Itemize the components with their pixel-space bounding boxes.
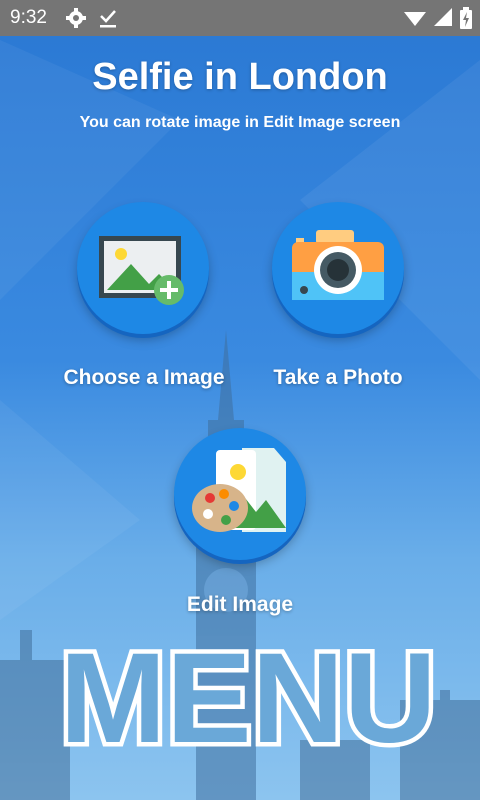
app-subtitle: You can rotate image in Edit Image scree… xyxy=(79,114,401,131)
wifi-icon xyxy=(404,8,426,33)
choose-image-button[interactable] xyxy=(77,202,209,334)
download-done-icon xyxy=(97,7,119,29)
status-bar: 9:32 xyxy=(0,0,480,36)
menu-banner: MENU xyxy=(38,623,458,775)
choose-image-label[interactable]: Choose a Image xyxy=(60,366,228,390)
app-title: Selfie in London xyxy=(92,56,388,98)
palette-image-icon xyxy=(190,444,290,545)
take-photo-label[interactable]: Take a Photo xyxy=(266,366,410,390)
menu-banner-text: MENU xyxy=(60,632,437,762)
status-time: 9:32 xyxy=(10,7,47,28)
signal-icon xyxy=(434,8,452,33)
battery-charging-icon xyxy=(460,7,472,34)
image-add-icon xyxy=(97,226,189,311)
take-photo-button[interactable] xyxy=(272,202,404,334)
camera-icon xyxy=(290,226,386,311)
edit-image-button[interactable] xyxy=(174,428,306,560)
gear-icon xyxy=(65,7,87,29)
edit-image-label[interactable]: Edit Image xyxy=(160,593,320,617)
